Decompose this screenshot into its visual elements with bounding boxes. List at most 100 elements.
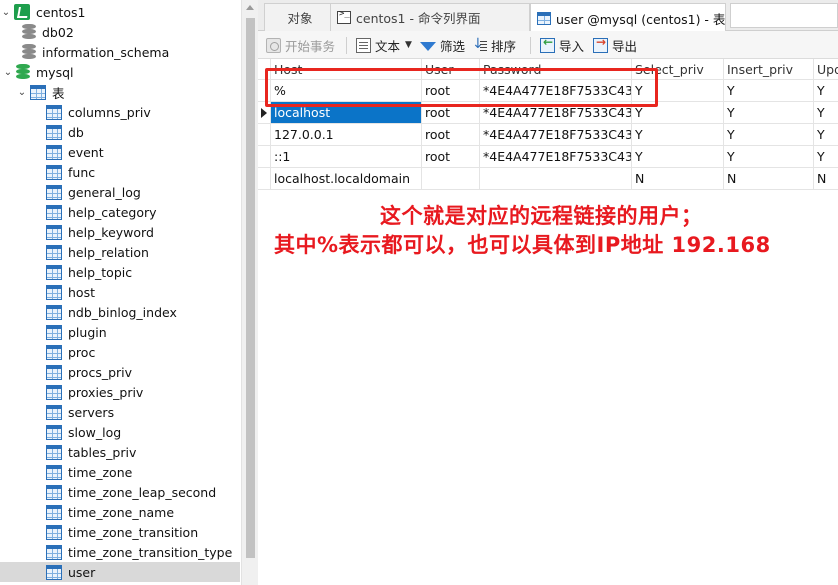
table-icon (46, 104, 62, 120)
scrollbar-thumb[interactable] (246, 18, 255, 558)
tree-connection[interactable]: ⌄ centos1 (0, 2, 240, 22)
table-icon (46, 484, 62, 500)
row-indicator[interactable] (258, 146, 271, 168)
begin-transaction-label: 开始事务 (285, 38, 336, 54)
export-label: 导出 (612, 38, 638, 54)
tab-user-table-label: user @mysql (centos1) - 表 (556, 11, 726, 27)
tree-table-item[interactable]: func (0, 162, 240, 182)
filter-label: 筛选 (440, 38, 466, 54)
table-cell[interactable]: Y (814, 102, 838, 124)
table-cell[interactable]: N (814, 168, 838, 190)
table-cell[interactable]: Y (814, 146, 838, 168)
table-cell[interactable]: Y (814, 80, 838, 102)
table-cell[interactable]: localhost.localdomain (271, 168, 422, 190)
table-label: columns_priv (68, 104, 151, 120)
tree-table-item[interactable]: servers (0, 402, 240, 422)
table-icon (46, 144, 62, 160)
tree-table-item[interactable]: general_log (0, 182, 240, 202)
table-cell[interactable]: *4E4A477E18F7533C43720 (480, 124, 632, 146)
tab-objects[interactable]: 对象 (264, 3, 336, 31)
column-header[interactable]: Upd (814, 59, 838, 80)
table-cell[interactable]: root (422, 124, 480, 146)
import-button[interactable]: 导入 (540, 35, 584, 55)
chevron-down-icon: ⌄ (17, 86, 27, 98)
annotation-line-2: 其中%表示都可以，也可以具体到IP地址 192.168 (274, 233, 771, 257)
table-cell[interactable]: Y (724, 124, 814, 146)
tree-table-item[interactable]: time_zone_leap_second (0, 482, 240, 502)
tab-console[interactable]: centos1 - 命令列界面 (330, 3, 530, 31)
tree-table-item[interactable]: help_topic (0, 262, 240, 282)
filter-button[interactable]: 筛选 (420, 35, 465, 55)
table-cell[interactable]: root (422, 146, 480, 168)
table-cell[interactable]: N (724, 168, 814, 190)
navicat-window: ⌄ centos1 db02 information_schema ⌄ mysql ⌄ 表 co… (0, 0, 838, 585)
table-cell[interactable]: ::1 (271, 146, 422, 168)
tree-table-item[interactable]: plugin (0, 322, 240, 342)
tree-table-item[interactable]: ndb_binlog_index (0, 302, 240, 322)
tree-table-item[interactable]: help_category (0, 202, 240, 222)
tree-database[interactable]: information_schema (0, 42, 240, 62)
connection-label: centos1 (36, 4, 86, 20)
tree-table-item[interactable]: help_keyword (0, 222, 240, 242)
table-cell[interactable]: *4E4A477E18F7533C43720 (480, 146, 632, 168)
export-button[interactable]: 导出 (593, 35, 637, 55)
tree-table-item[interactable]: time_zone_transition (0, 522, 240, 542)
row-indicator[interactable] (258, 124, 271, 146)
table-label: tables_priv (68, 444, 137, 460)
table-icon (537, 11, 551, 25)
tree-table-item[interactable]: procs_priv (0, 362, 240, 382)
table-label: time_zone_name (68, 504, 175, 520)
table-cell[interactable]: Y (814, 124, 838, 146)
text-icon (356, 37, 371, 53)
table-label: time_zone_leap_second (68, 484, 217, 500)
tree-table-item[interactable]: proc (0, 342, 240, 362)
table-cell[interactable]: Y (724, 146, 814, 168)
table-cell[interactable]: 127.0.0.1 (271, 124, 422, 146)
scroll-up-arrow-icon[interactable] (246, 5, 254, 10)
tree-table-item[interactable]: time_zone (0, 462, 240, 482)
tree-table-item[interactable]: time_zone_transition_type (0, 542, 240, 562)
table-cell[interactable]: Y (724, 102, 814, 124)
table-cell[interactable] (422, 168, 480, 190)
tree-table-item[interactable]: host (0, 282, 240, 302)
table-icon (46, 164, 62, 180)
table-label: proxies_priv (68, 384, 144, 400)
tree-database[interactable]: ⌄ mysql (0, 62, 240, 82)
table-cell[interactable]: Y (632, 124, 724, 146)
tab-user-table[interactable]: user @mysql (centos1) - 表 (530, 3, 726, 32)
tree-table-item[interactable]: db (0, 122, 240, 142)
tab-search-field[interactable] (730, 3, 838, 28)
table-cell[interactable]: N (632, 168, 724, 190)
table-icon (46, 464, 62, 480)
table-label: db (68, 124, 84, 140)
table-icon (46, 384, 62, 400)
text-button[interactable]: 文本 ▼ (356, 35, 412, 55)
tree-table-item[interactable]: tables_priv (0, 442, 240, 462)
table-cell[interactable] (480, 168, 632, 190)
tree-table-item[interactable]: event (0, 142, 240, 162)
begin-transaction-icon (266, 37, 281, 53)
navigator-tree: ⌄ centos1 db02 information_schema ⌄ mysql ⌄ 表 co… (0, 0, 242, 585)
column-header[interactable]: Insert_priv (724, 59, 814, 80)
table-cell[interactable]: Y (632, 146, 724, 168)
database-icon (22, 44, 36, 60)
tree-database[interactable]: db02 (0, 22, 240, 42)
table-label: host (68, 284, 95, 300)
table-icon (46, 444, 62, 460)
tree-table-item[interactable]: time_zone_name (0, 502, 240, 522)
tree-table-item[interactable]: user (0, 562, 240, 582)
table-cell[interactable]: Y (724, 80, 814, 102)
tree-table-item[interactable]: help_relation (0, 242, 240, 262)
tree-table-item[interactable]: slow_log (0, 422, 240, 442)
data-grid[interactable]: Host User Password Select_priv Insert_priv Up… (258, 59, 838, 585)
export-icon (593, 35, 608, 53)
tree-table-item[interactable]: columns_priv (0, 102, 240, 122)
sort-button[interactable]: 排序 (472, 35, 516, 55)
begin-transaction-button[interactable]: 开始事务 (266, 35, 335, 55)
tree-tables-group[interactable]: ⌄ 表 (0, 82, 240, 102)
row-indicator[interactable] (258, 168, 271, 190)
console-icon (337, 9, 351, 24)
table-icon (46, 264, 62, 280)
navigator-scrollbar[interactable] (241, 0, 258, 585)
tree-table-item[interactable]: proxies_priv (0, 382, 240, 402)
